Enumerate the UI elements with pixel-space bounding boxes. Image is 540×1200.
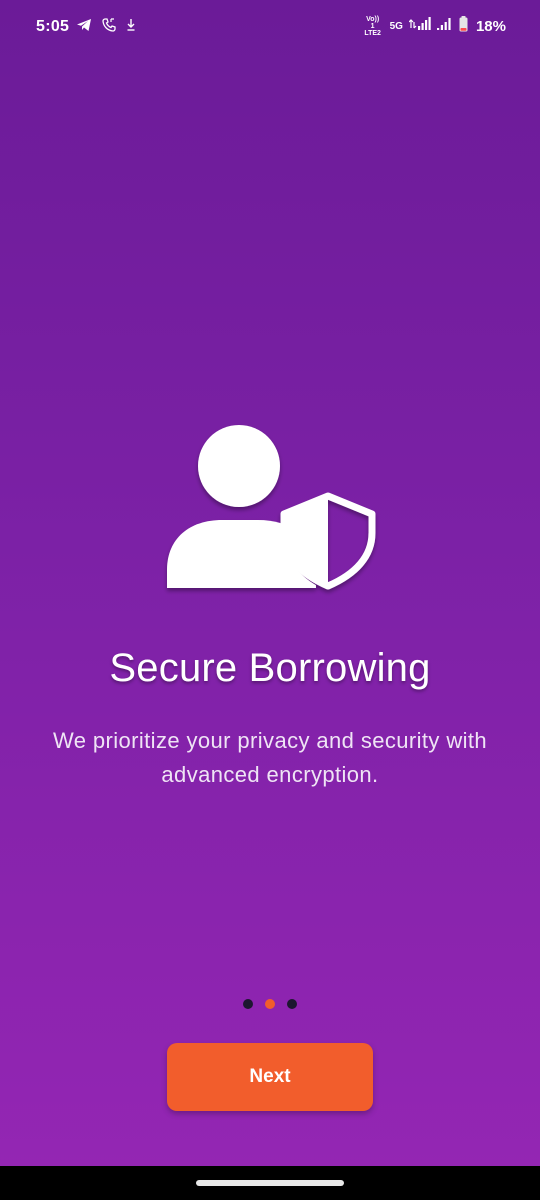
status-bar: 5:05 Vo)) 1 LTE2 5G 18% [0, 0, 540, 58]
phone-call-icon [102, 18, 116, 37]
volte-indicator: Vo)) 1 LTE2 [364, 16, 382, 37]
onboarding-screen: 5:05 Vo)) 1 LTE2 5G 18% Secure Borrowing… [0, 0, 540, 1200]
page-dot [243, 999, 253, 1009]
user-shield-icon [160, 420, 380, 600]
volte-top: Vo)) 1 [366, 16, 380, 30]
battery-percentage: 18% [475, 18, 506, 35]
page-indicator [0, 999, 540, 1009]
download-icon [126, 18, 136, 37]
page-dot [287, 999, 297, 1009]
page-subtitle: We prioritize your privacy and security … [52, 728, 488, 787]
page-dot-active [265, 999, 275, 1009]
signal-icon [408, 17, 431, 36]
volte-bottom: LTE2 [364, 30, 381, 37]
status-time: 5:05 [36, 18, 70, 35]
next-button[interactable]: Next [167, 1043, 373, 1111]
signal-icon [436, 17, 453, 36]
home-indicator[interactable] [196, 1180, 344, 1186]
status-right-icons: Vo)) 1 LTE2 5G 18% [364, 16, 506, 37]
network-type: 5G [389, 21, 403, 32]
telegram-icon [76, 18, 92, 37]
navigation-bar [0, 1166, 540, 1200]
status-left-icons [76, 18, 136, 37]
page-title: Secure Borrowing [109, 646, 431, 690]
battery-icon [459, 16, 468, 37]
